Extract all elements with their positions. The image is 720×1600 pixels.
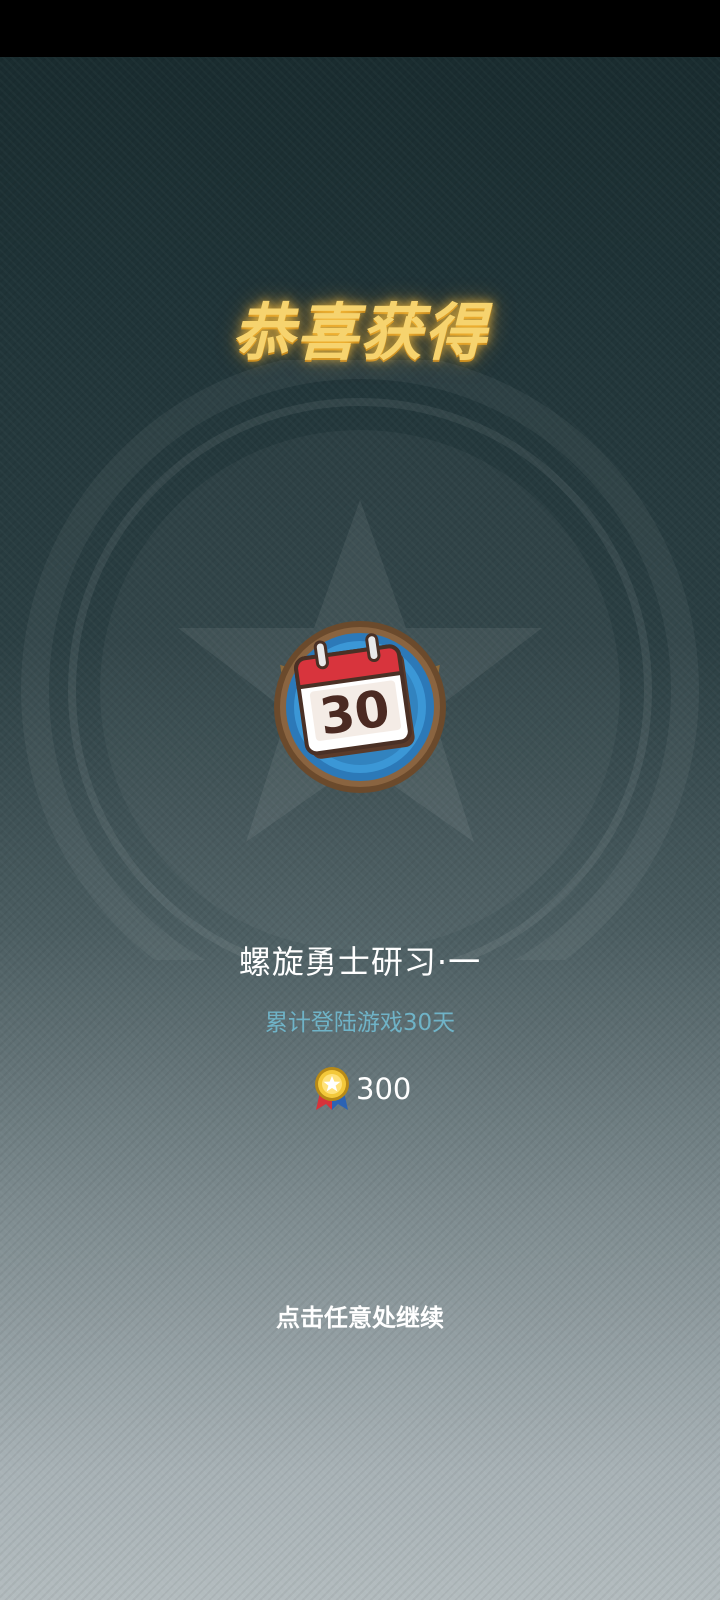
achievement-description: 累计登陆游戏30天	[264, 1010, 456, 1036]
status-bar	[0, 0, 720, 57]
gold-medal-icon	[315, 1067, 349, 1110]
tap-to-continue-hint[interactable]: 点击任意处继续	[0, 1298, 720, 1333]
badge-number: 30	[316, 679, 393, 746]
reward-row: 300	[312, 1066, 411, 1112]
reward-amount: 300	[356, 1072, 412, 1106]
calendar-badge-icon: 30	[274, 621, 446, 793]
achievement-name: 螺旋勇士研习·一	[238, 943, 482, 981]
reward-popup-screen[interactable]: 恭喜获得 30 螺旋勇士研习·一 累计登陆游戏30天 300 点击任意处继续	[0, 0, 720, 1600]
popup-title: 恭喜获得	[231, 296, 488, 369]
